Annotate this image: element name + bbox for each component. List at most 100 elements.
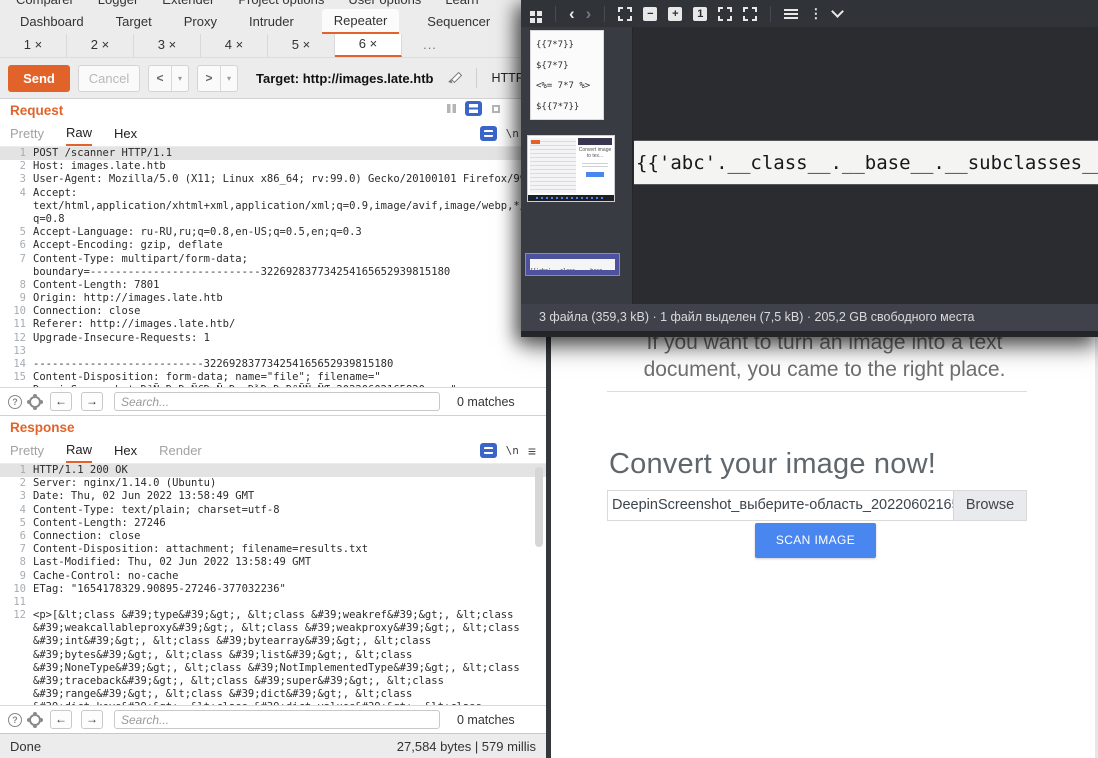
editor-tab[interactable]: Hex [114,439,137,463]
request-line: 5Accept-Language: ru-RU,ru;q=0.8,en-US;q… [0,226,546,239]
arrow-left-icon[interactable]: ← [50,392,72,411]
thumb-page-pane: Convert image to tex... [578,138,612,193]
request-line: 7Content-Type: multipart/form-data; [0,253,546,266]
request-line: 12Upgrade-Insecure-Requests: 1 [0,332,546,345]
response-line: 9Cache-Control: no-cache [0,570,546,583]
menu-icon[interactable]: ≡ [528,444,536,458]
repeater-tab[interactable]: 2 × [67,34,134,57]
response-line: 10ETag: "1654178329.90895-27246-37703223… [0,583,546,596]
thumb-strip: {{'abc'.__class__.__base__.__subclasses_… [530,259,615,270]
main-tab[interactable]: Intruder [245,9,298,34]
request-line: 11Referer: http://images.late.htb/ [0,318,546,331]
thumb-taskbar [528,195,614,201]
editor-tab[interactable]: Raw [66,439,92,463]
forward-icon[interactable]: › [586,6,592,22]
repeater-tab[interactable]: 1 × [0,34,67,57]
repeater-tab[interactable]: 3 × [134,34,201,57]
divider [476,68,477,88]
newline-icon[interactable]: \n [506,127,519,140]
main-tab[interactable]: Project options [238,0,324,9]
arrow-right-icon[interactable]: → [81,710,103,729]
help-icon[interactable]: ? [8,395,22,409]
response-search-input[interactable] [114,710,440,729]
settings-gear-icon[interactable] [29,396,41,408]
browse-button[interactable]: Browse [953,491,1026,520]
repeater-tab[interactable]: 6 × [335,34,402,57]
back-icon[interactable]: ‹ [569,6,575,22]
chevron-down-icon[interactable] [831,5,844,18]
request-editor[interactable]: 1POST /scanner HTTP/1.1 2Host: images.la… [0,147,546,387]
zoom-out-icon[interactable]: − [643,7,657,21]
layout-tabs-icon[interactable] [487,101,504,116]
chevron-down-icon[interactable]: ▾ [171,66,188,91]
settings-gear-icon[interactable] [29,714,41,726]
response-editor[interactable]: 1HTTP/1.1 200 OK 2Server: nginx/1.14.0 (… [0,464,546,705]
fit-width-icon[interactable] [718,7,732,21]
editor-tab[interactable]: Raw [66,122,92,146]
format-icon[interactable] [480,126,497,141]
main-tab[interactable]: Repeater [322,9,399,34]
repeater-tab[interactable]: 5 × [268,34,335,57]
layout-columns-icon[interactable] [443,101,460,116]
repeater-tab[interactable]: 4 × [201,34,268,57]
repeater-tab[interactable]: ... [402,34,458,57]
layout-rows-icon[interactable] [465,101,482,116]
chevron-down-icon[interactable]: ▾ [220,66,237,91]
arrow-left-icon[interactable]: ← [50,710,72,729]
response-line: 3Date: Thu, 02 Jun 2022 13:58:49 GMT [0,490,546,503]
response-line: &#39;weakcallableproxy&#39;&gt;, &lt;cla… [0,622,546,635]
editor-tab[interactable]: Pretty [10,439,44,463]
request-editor-tabs: Pretty Raw Hex [10,122,159,146]
editor-tab[interactable]: Hex [114,122,137,146]
request-search-bar: ? ← → 0 matches [0,387,546,415]
thumbnail-selected-payload[interactable]: {{'abc'.__class__.__base__.__subclasses_… [525,253,620,276]
main-tab[interactable]: Learn [445,0,478,9]
request-search-input[interactable] [114,392,440,411]
request-line: boundary=---------------------------3226… [0,266,546,279]
fit-frame-icon[interactable] [743,7,757,21]
main-tab[interactable]: Target [112,9,156,34]
cancel-button[interactable]: Cancel [78,65,140,92]
list-view-icon[interactable] [784,9,798,19]
request-line: 8Content-Length: 7801 [0,279,546,292]
payload-line: <%= 7*7 %> [536,76,603,97]
status-done: Done [10,739,41,754]
divider [607,391,1027,392]
newline-icon[interactable]: \n [506,444,519,457]
actual-size-icon[interactable]: 1 [693,7,707,21]
history-forward-button[interactable]: > ▾ [197,65,238,92]
thumbnails-grid-icon[interactable] [530,11,535,16]
main-tab[interactable]: Sequencer [423,9,494,34]
format-icon[interactable] [480,443,497,458]
response-line: &#39;range&#39;&gt;, &lt;class &#39;dict… [0,688,546,701]
main-tab[interactable]: Comparer [16,0,74,9]
pencil-icon[interactable] [447,71,462,86]
main-tab[interactable]: Logger [98,0,138,9]
editor-tab[interactable]: Render [159,439,202,463]
response-panel: Response PrettyRawHexRender \n ≡ 1HTTP/1… [0,415,546,733]
main-tab[interactable]: User options [348,0,421,9]
request-line: 9Origin: http://images.late.htb [0,292,546,305]
main-tab[interactable]: Extender [162,0,214,9]
help-icon[interactable]: ? [8,713,22,727]
response-scrollbar[interactable] [535,467,543,547]
viewer-status-bar: 3 файла (359,3 kB) · 1 файл выделен (7,5… [521,304,1098,331]
editor-tab[interactable]: Pretty [10,122,44,146]
more-vert-icon[interactable]: ⋮ [809,6,822,22]
thumbnail-payload-note[interactable]: {{7*7}}${7*7}<%= 7*7 %>${{7*7}} [530,30,604,120]
scan-image-button[interactable]: SCAN IMAGE [755,523,876,558]
history-back-button[interactable]: < ▾ [148,65,189,92]
send-button[interactable]: Send [8,65,70,92]
file-input[interactable]: DeepinScreenshot_выберите-область_202206… [607,490,1027,521]
response-line: &#39;int&#39;&gt;, &lt;class &#39;bytear… [0,635,546,648]
arrow-right-icon[interactable]: → [81,392,103,411]
divider [770,6,771,22]
response-line: &#39;dict_keys&#39;&gt;, &lt;class &#39;… [0,701,546,705]
request-line: q=0.8 [0,213,546,226]
zoom-in-icon[interactable]: + [668,7,682,21]
request-line: 2Host: images.late.htb [0,160,546,173]
thumbnail-screenshot[interactable]: Convert image to tex... [527,135,615,202]
main-tab[interactable]: Dashboard [16,9,88,34]
zoom-fit-icon[interactable] [618,7,632,21]
main-tab[interactable]: Proxy [180,9,221,34]
